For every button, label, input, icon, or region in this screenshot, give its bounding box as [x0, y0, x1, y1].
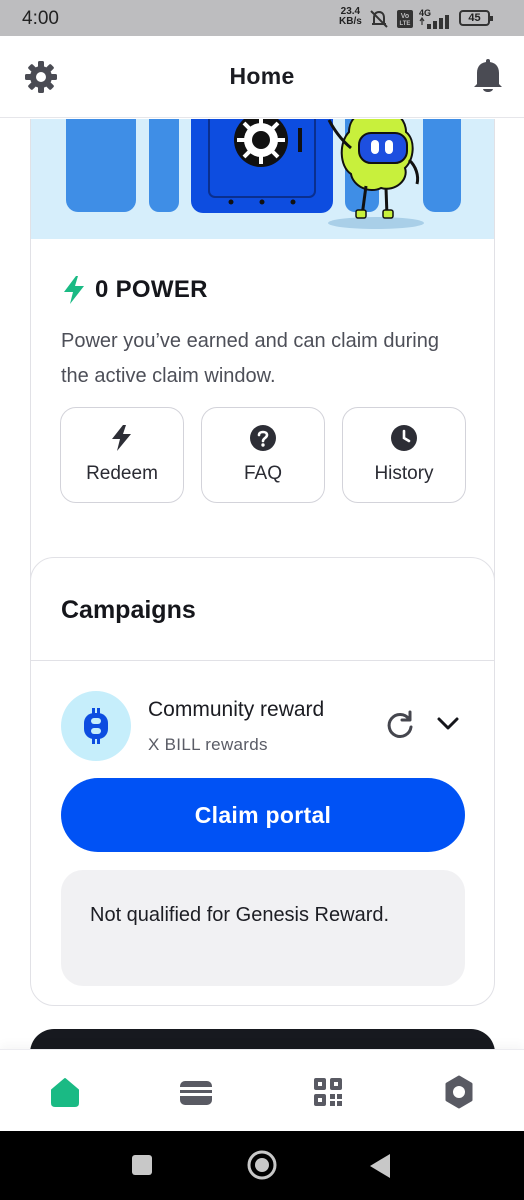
net-speed: 23.4 KB/s — [339, 6, 362, 27]
qualification-notice: Not qualified for Genesis Reward. — [61, 870, 465, 986]
campaigns-card: Campaigns Community reward X BILL reward… — [30, 557, 495, 1006]
divider — [31, 660, 494, 661]
redeem-label: Redeem — [86, 463, 158, 484]
promo-card[interactable] — [30, 1029, 495, 1049]
bolt-icon — [112, 425, 131, 451]
qualification-notice-text: Not qualified for Genesis Reward. — [90, 904, 390, 926]
home-content[interactable]: 0 POWER Power you’ve earned and can clai… — [0, 119, 524, 1049]
qr-icon — [314, 1078, 342, 1106]
clock-icon — [391, 425, 417, 451]
power-bolt-icon — [64, 276, 84, 304]
history-label: History — [374, 463, 434, 484]
power-balance: 0 POWER — [61, 275, 208, 305]
nav-home[interactable] — [45, 1072, 85, 1112]
battery-indicator: 45 — [459, 10, 493, 26]
status-bar: 4:00 23.4 KB/s Vo LTE 4G 45 — [0, 0, 524, 36]
nav-wallet[interactable] — [176, 1072, 216, 1112]
power-actions: Redeem FAQ History — [60, 407, 466, 503]
history-button[interactable]: History — [342, 407, 466, 503]
nav-settings[interactable] — [439, 1072, 479, 1112]
app-header: Home — [0, 36, 524, 118]
home-circle-icon[interactable] — [246, 1149, 278, 1181]
power-value: 0 POWER — [95, 276, 208, 303]
refresh-icon[interactable] — [385, 710, 415, 740]
bill-coin-glyph — [84, 708, 108, 744]
system-nav-bar — [0, 1131, 524, 1200]
svg-text:Vo: Vo — [401, 13, 409, 20]
vault-banner — [31, 119, 494, 239]
claim-portal-button[interactable]: Claim portal — [61, 778, 465, 852]
chevron-down-icon[interactable] — [435, 714, 461, 734]
nav-scan[interactable] — [308, 1072, 348, 1112]
page-title: Home — [229, 63, 295, 89]
volte-icon: Vo LTE — [397, 10, 413, 28]
campaign-subtitle: X BILL rewards — [148, 735, 268, 754]
faq-label: FAQ — [243, 463, 282, 484]
signal-icon — [419, 15, 449, 29]
campaign-name: Community reward — [148, 698, 325, 721]
question-icon — [250, 425, 276, 451]
bell-icon[interactable] — [471, 58, 505, 94]
power-description: Power you’ve earned and can claim during… — [61, 330, 439, 387]
bottom-nav — [0, 1049, 524, 1131]
home-icon — [51, 1078, 79, 1107]
svg-text:LTE: LTE — [400, 21, 411, 27]
campaigns-title: Campaigns — [61, 596, 196, 624]
vault-illustration — [66, 119, 461, 229]
faq-button[interactable]: FAQ — [201, 407, 325, 503]
mute-icon — [370, 10, 388, 28]
recents-icon[interactable] — [130, 1153, 154, 1177]
settings-icon — [445, 1075, 473, 1109]
back-icon[interactable] — [368, 1153, 392, 1179]
redeem-button[interactable]: Redeem — [60, 407, 184, 503]
bill-coin-icon — [61, 691, 131, 761]
status-time: 4:00 — [22, 8, 59, 29]
wallet-icon — [180, 1081, 212, 1105]
